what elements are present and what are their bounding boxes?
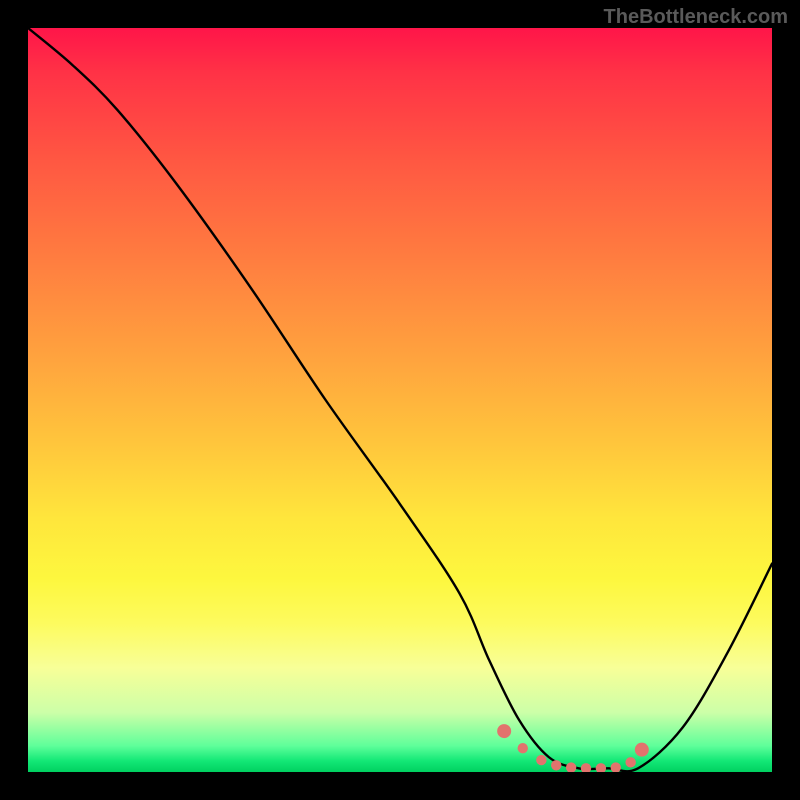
marker-dot (625, 757, 635, 767)
chart-container: TheBottleneck.com (0, 0, 800, 800)
plot-area (28, 28, 772, 772)
optimal-range-dots (497, 724, 649, 772)
marker-dot (635, 743, 649, 757)
bottleneck-curve (28, 28, 772, 771)
marker-dot (518, 743, 528, 753)
watermark-text: TheBottleneck.com (604, 6, 788, 29)
marker-dot (596, 763, 606, 772)
marker-dot (497, 724, 511, 738)
marker-dot (611, 762, 621, 772)
marker-dot (566, 762, 576, 772)
marker-dot (581, 763, 591, 772)
marker-dot (536, 755, 546, 765)
curve-svg (28, 28, 772, 772)
marker-dot (551, 760, 561, 770)
